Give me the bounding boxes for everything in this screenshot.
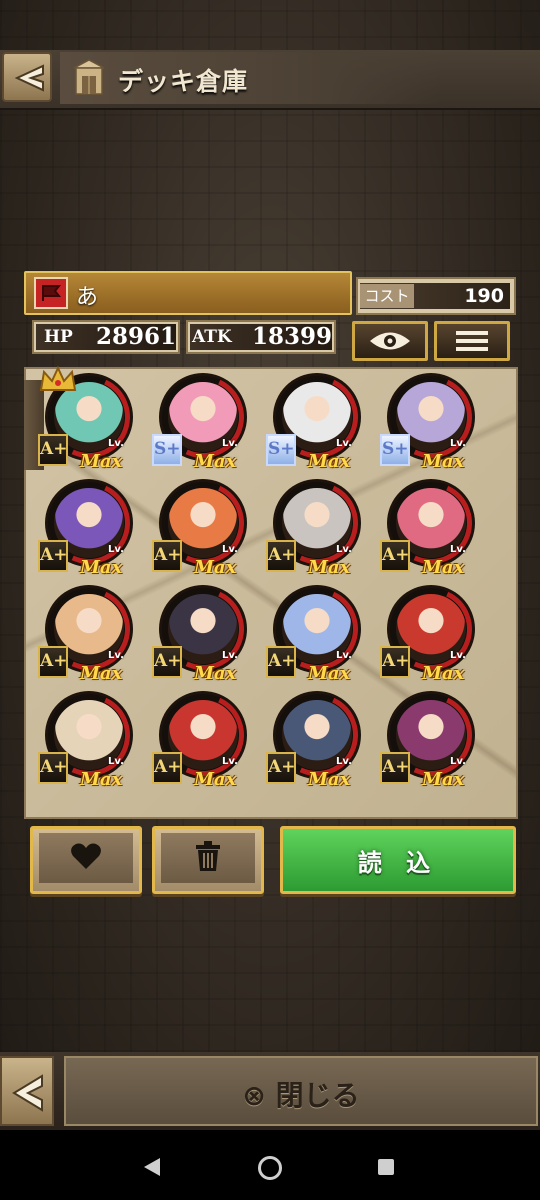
view-button[interactable] [352, 321, 428, 361]
level-label: Lv. [450, 756, 466, 767]
storehouse-icon [73, 59, 105, 95]
level-label: Lv. [222, 438, 238, 449]
character-card[interactable]: A+ Lv. Max [136, 576, 256, 688]
level-label: Lv. [108, 650, 124, 661]
rank-badge: A+ [380, 646, 410, 678]
rank-badge: A+ [38, 540, 68, 572]
page-title: デッキ倉庫 [118, 67, 249, 96]
deck-name: あ [76, 285, 99, 310]
level-max: Max [194, 769, 237, 790]
load-button[interactable]: 読 込 [280, 826, 516, 894]
rank-badge: A+ [38, 434, 68, 466]
rank-badge: A+ [152, 752, 182, 784]
level-label: Lv. [108, 438, 124, 449]
close-button-label: ⊗ 閉じる [242, 1079, 360, 1112]
character-card[interactable]: A+ Lv. Max [250, 682, 370, 794]
rank-badge: A+ [38, 646, 68, 678]
character-card[interactable]: A+ Lv. Max [364, 470, 484, 582]
level-max: Max [194, 663, 237, 684]
character-card[interactable]: A+ Lv. Max [136, 470, 256, 582]
character-card[interactable]: S+ Lv. Max [136, 364, 256, 476]
level-max: Max [80, 663, 123, 684]
level-max: Max [194, 451, 237, 472]
rank-badge: S+ [152, 434, 182, 466]
crown-icon [39, 365, 77, 391]
level-max: Max [422, 769, 465, 790]
nav-home-icon[interactable] [258, 1156, 282, 1180]
level-max: Max [422, 557, 465, 578]
trash-icon [196, 841, 220, 872]
level-label: Lv. [336, 438, 352, 449]
rank-badge: A+ [266, 646, 296, 678]
level-max: Max [80, 769, 123, 790]
atk-label: ATK [192, 327, 232, 347]
load-button-label: 読 込 [357, 849, 439, 877]
level-max: Max [308, 557, 351, 578]
level-max: Max [308, 663, 351, 684]
level-label: Lv. [336, 650, 352, 661]
level-label: Lv. [450, 438, 466, 449]
chevron-left-icon [12, 1074, 43, 1112]
flag-icon [42, 285, 62, 301]
character-card[interactable]: A+ Lv. Max [136, 682, 256, 794]
rank-badge: A+ [266, 540, 296, 572]
level-label: Lv. [108, 756, 124, 767]
rank-badge: S+ [380, 434, 410, 466]
hp-label: HP [44, 327, 73, 347]
back-button-bottom[interactable] [0, 1056, 54, 1126]
level-label: Lv. [336, 756, 352, 767]
hp-value: 28961 [95, 323, 176, 350]
character-card[interactable]: A+ Lv. Max [364, 576, 484, 688]
character-card[interactable]: A+ Lv. Max [22, 470, 142, 582]
level-label: Lv. [222, 650, 238, 661]
chevron-left-icon [14, 64, 44, 92]
character-card[interactable]: A+ Lv. Max [250, 470, 370, 582]
atk-value: 18399 [251, 323, 332, 350]
level-label: Lv. [108, 544, 124, 555]
rank-badge: A+ [152, 646, 182, 678]
cost-label: コスト [360, 284, 414, 308]
level-label: Lv. [222, 756, 238, 767]
heart-icon [71, 843, 101, 870]
rank-badge: A+ [380, 540, 410, 572]
rank-badge: A+ [38, 752, 68, 784]
menu-icon [456, 331, 488, 351]
character-card[interactable]: A+ Lv. Max [250, 576, 370, 688]
level-max: Max [308, 451, 351, 472]
rank-badge: A+ [266, 752, 296, 784]
title-plate [60, 52, 440, 104]
level-max: Max [80, 557, 123, 578]
level-max: Max [80, 451, 123, 472]
deck-name-bar[interactable] [24, 271, 352, 315]
character-card[interactable]: S+ Lv. Max [250, 364, 370, 476]
rank-badge: A+ [152, 540, 182, 572]
delete-button[interactable] [152, 826, 264, 894]
character-card[interactable]: S+ Lv. Max [364, 364, 484, 476]
level-label: Lv. [222, 544, 238, 555]
level-max: Max [308, 769, 351, 790]
character-card[interactable]: A+ Lv. Max [22, 576, 142, 688]
eye-icon [370, 332, 410, 350]
favorite-button[interactable] [30, 826, 142, 894]
close-button[interactable]: ⊗ 閉じる [64, 1056, 538, 1126]
menu-button[interactable] [434, 321, 510, 361]
character-card[interactable]: A+ Lv. Max [22, 682, 142, 794]
rank-badge: S+ [266, 434, 296, 466]
level-max: Max [422, 663, 465, 684]
nav-recent-icon[interactable] [378, 1159, 394, 1175]
deck-flag [34, 277, 68, 309]
back-button[interactable] [2, 52, 52, 102]
level-label: Lv. [336, 544, 352, 555]
level-label: Lv. [450, 544, 466, 555]
level-max: Max [194, 557, 237, 578]
level-max: Max [422, 451, 465, 472]
nav-back-icon[interactable] [144, 1158, 160, 1176]
character-card[interactable]: A+ Lv. Max [364, 682, 484, 794]
cost-value: 190 [464, 285, 504, 307]
level-label: Lv. [450, 650, 466, 661]
rank-badge: A+ [380, 752, 410, 784]
